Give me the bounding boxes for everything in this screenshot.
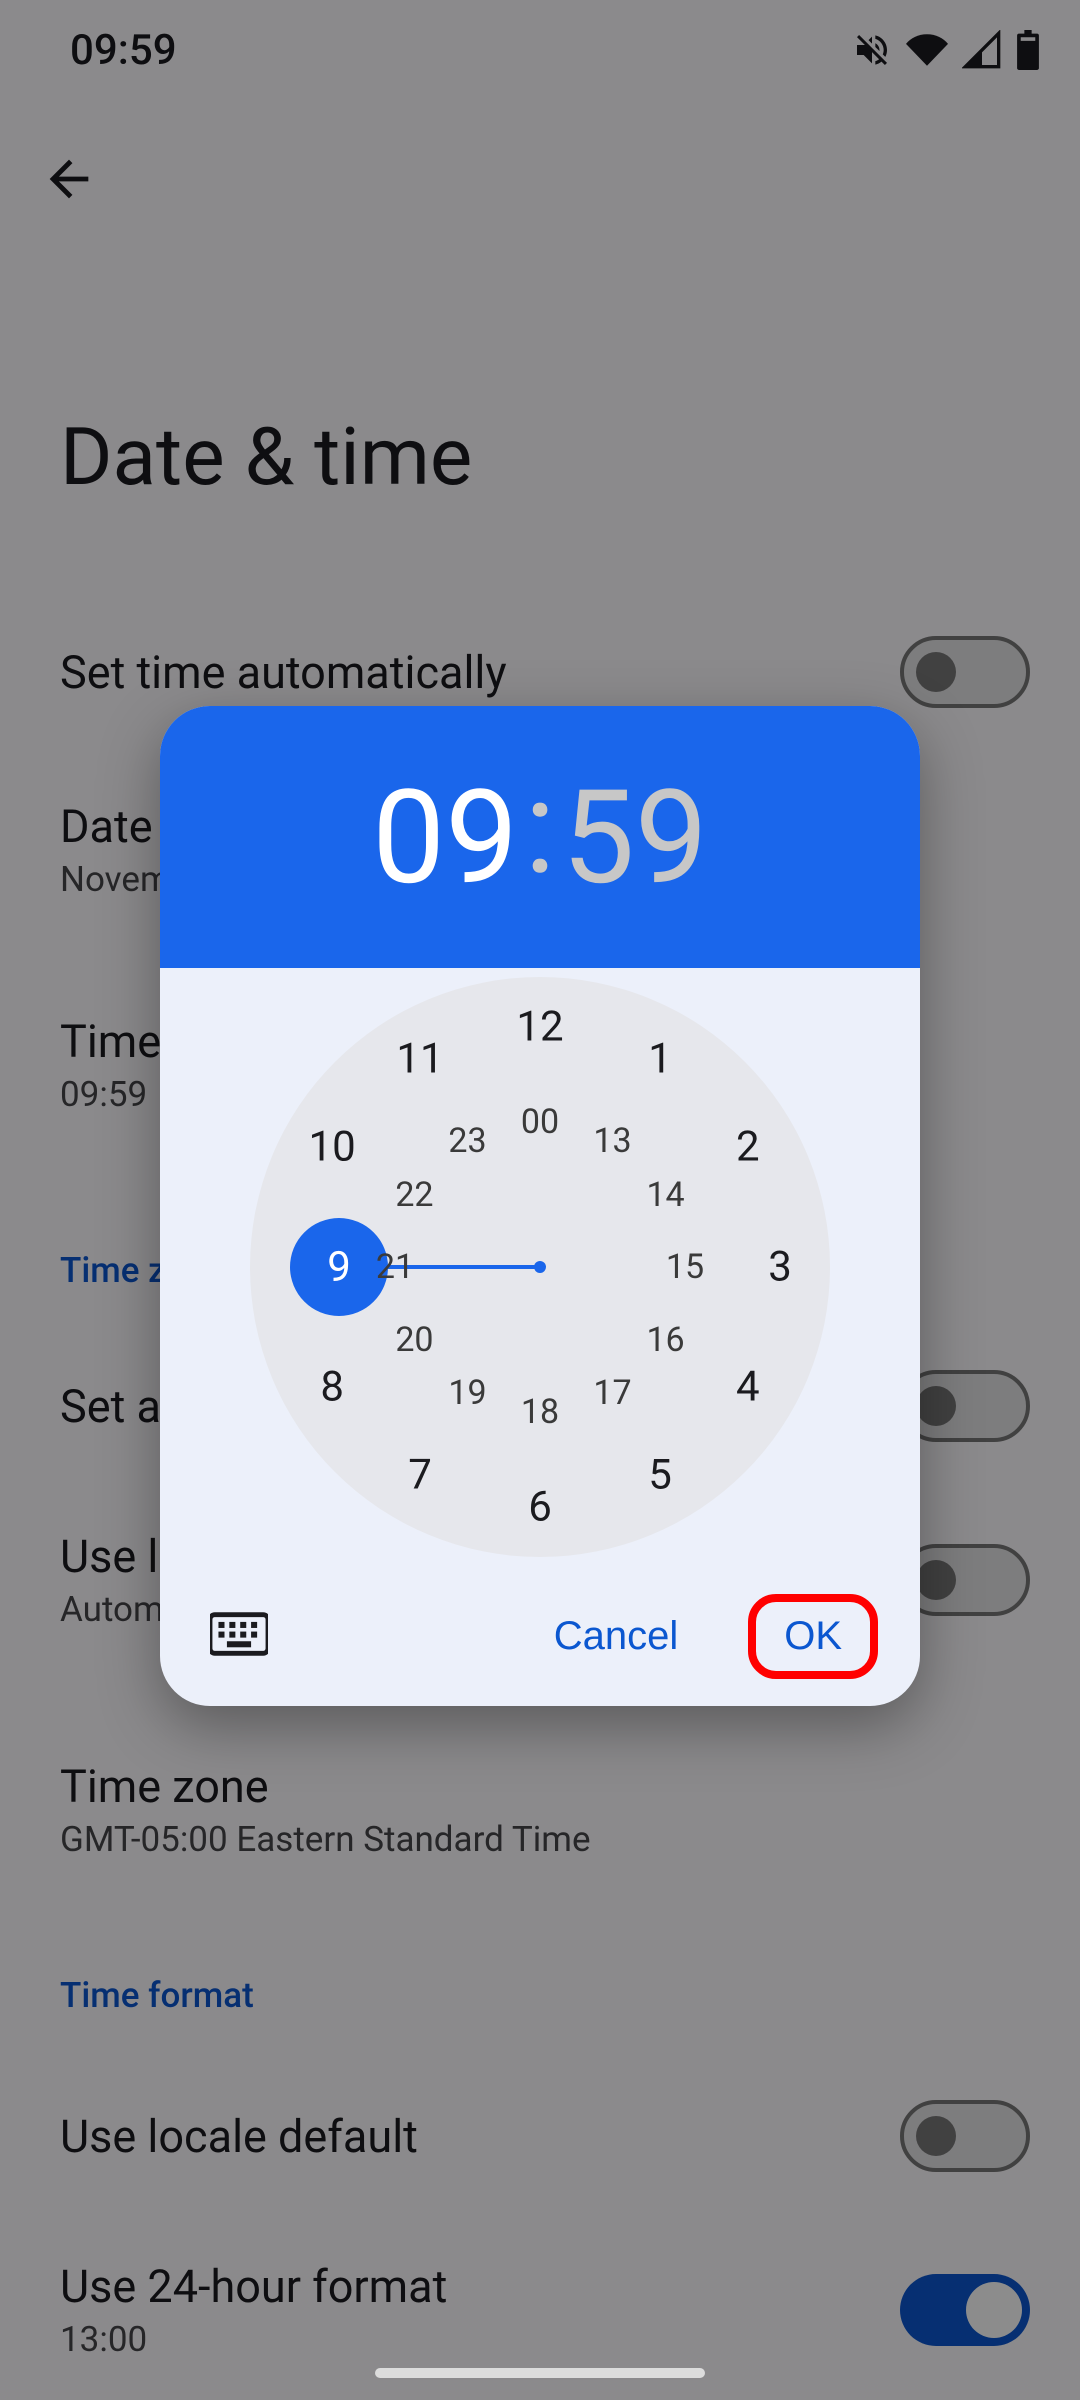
keyboard-icon (210, 1612, 268, 1656)
ok-button[interactable]: OK (756, 1602, 870, 1671)
clock-hour-16[interactable]: 16 (646, 1320, 684, 1360)
time-picker-hour[interactable]: 09 (372, 761, 518, 914)
clock-face[interactable]: 9 12123456781011001314151617181920212223 (250, 977, 830, 1557)
clock-hour-2[interactable]: 2 (736, 1123, 760, 1172)
clock-hour-5[interactable]: 5 (648, 1450, 672, 1499)
clock-hour-10[interactable]: 10 (309, 1123, 356, 1172)
clock-hour-23[interactable]: 23 (448, 1121, 486, 1161)
time-picker-header: 09 : 59 (160, 706, 920, 968)
clock-hour-1[interactable]: 1 (648, 1035, 672, 1084)
clock-hour-7[interactable]: 7 (408, 1450, 432, 1499)
clock-hour-19[interactable]: 19 (448, 1373, 486, 1413)
clock-hour-18[interactable]: 18 (521, 1392, 559, 1432)
clock-hour-21[interactable]: 21 (376, 1247, 414, 1287)
clock-hour-3[interactable]: 3 (768, 1243, 792, 1292)
time-picker-minute[interactable]: 59 (562, 761, 708, 914)
clock-hour-15[interactable]: 15 (666, 1247, 704, 1287)
clock-hour-13[interactable]: 13 (593, 1121, 631, 1161)
clock-selected-hour: 9 (290, 1218, 388, 1316)
clock-hour-8[interactable]: 8 (320, 1363, 344, 1412)
clock-hour-20[interactable]: 20 (395, 1320, 433, 1360)
keyboard-toggle-button[interactable] (210, 1612, 268, 1660)
clock-hour-22[interactable]: 22 (395, 1175, 433, 1215)
clock-hour-11[interactable]: 11 (396, 1035, 443, 1084)
time-picker-dialog: 09 : 59 9 121234567810110013141516171819… (160, 706, 920, 1706)
cancel-button[interactable]: Cancel (526, 1602, 707, 1671)
clock-hour-12[interactable]: 12 (516, 1003, 563, 1052)
clock-hour-00[interactable]: 00 (521, 1102, 559, 1142)
time-picker-colon: : (524, 751, 555, 904)
gesture-bar (375, 2368, 705, 2378)
clock-hour-4[interactable]: 4 (736, 1363, 760, 1412)
clock-hour-6[interactable]: 6 (528, 1483, 552, 1532)
clock-hour-17[interactable]: 17 (593, 1373, 631, 1413)
clock-center-dot (534, 1261, 546, 1273)
clock-hour-14[interactable]: 14 (646, 1175, 684, 1215)
